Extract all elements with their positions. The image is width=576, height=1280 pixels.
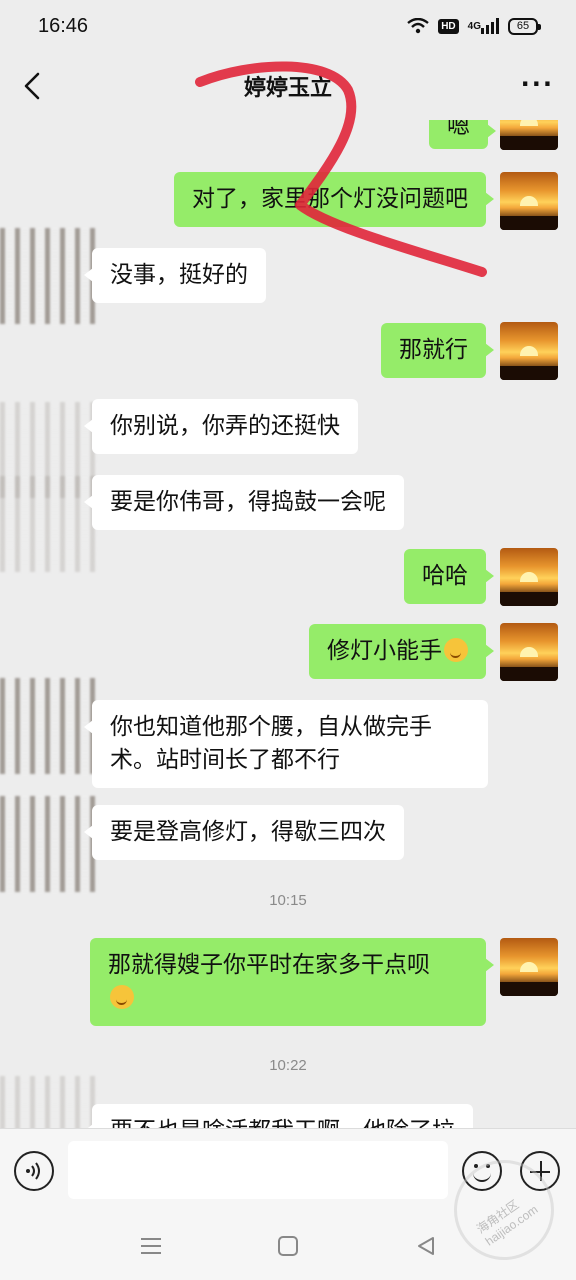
chat-header: 婷婷玉立 ··· [0, 52, 576, 120]
contact-avatar[interactable] [0, 678, 96, 774]
thinking-emoji-icon [444, 638, 468, 662]
contact-avatar[interactable] [0, 796, 96, 892]
message-text: 对了，家里那个灯没问题吧 [192, 186, 468, 212]
message-bubble-incoming[interactable]: 要不也是啥活都我干啊，他除了垃 [84, 1104, 473, 1128]
contact-avatar[interactable] [0, 228, 96, 324]
message-bubble-outgoing[interactable]: 修灯小能手 [309, 624, 494, 679]
more-dots-icon: ··· [520, 70, 554, 98]
message-bubble-outgoing[interactable]: 那就行 [381, 323, 494, 378]
message-bubble-outgoing[interactable]: 哈哈 [404, 549, 494, 604]
message-bubble-incoming[interactable]: 没事，挺好的 [84, 248, 266, 303]
network-label: 4G [467, 20, 481, 32]
message-bubble-outgoing[interactable]: 嗯 [429, 120, 496, 149]
back-nav-button[interactable] [414, 1234, 438, 1258]
status-icons: HD 4G 65 [407, 17, 541, 35]
signal-icon: 4G [468, 18, 499, 34]
message-timestamp: 10:15 [269, 892, 307, 909]
voice-button[interactable] [14, 1151, 54, 1191]
message-bubble-incoming[interactable]: 你别说，你弄的还挺快 [84, 399, 358, 454]
voice-icon [26, 1162, 40, 1180]
message-text: 没事，挺好的 [110, 262, 248, 288]
message-bubble-outgoing[interactable]: 那就得嫂子你平时在家多干点呗 [90, 938, 494, 1026]
menu-button[interactable] [139, 1234, 163, 1258]
self-avatar[interactable] [500, 938, 558, 996]
wifi-icon [407, 18, 429, 34]
message-bubble-incoming[interactable]: 要是登高修灯，得歇三四次 [84, 805, 404, 860]
message-timestamp: 10:22 [269, 1057, 307, 1074]
contact-avatar[interactable] [0, 476, 96, 572]
more-button[interactable]: ··· [521, 72, 554, 96]
hd-badge: HD [438, 18, 459, 34]
message-text: 你也知道他那个腰，自从做完手术。站时间长了都不行 [110, 714, 432, 773]
message-text: 修灯小能手 [327, 638, 442, 664]
status-bar: 16:46 HD 4G 65 [0, 0, 576, 52]
message-list[interactable]: 嗯 对了，家里那个灯没问题吧 没事，挺好的 那就行 你别说，你弄的还挺快 要是你… [0, 120, 576, 1128]
message-text: 你别说，你弄的还挺快 [110, 413, 340, 439]
thinking-emoji-icon [110, 985, 134, 1009]
message-text: 哈哈 [422, 563, 468, 589]
message-input[interactable] [68, 1141, 448, 1199]
self-avatar[interactable] [500, 548, 558, 606]
home-icon [278, 1236, 298, 1256]
message-bubble-outgoing[interactable]: 对了，家里那个灯没问题吧 [174, 172, 494, 227]
battery-icon: 65 [508, 17, 541, 35]
message-text: 那就行 [399, 337, 468, 363]
message-text: 嗯 [447, 120, 470, 139]
message-text: 那就得嫂子你平时在家多干点呗 [108, 952, 430, 978]
status-time: 16:46 [38, 14, 89, 37]
back-triangle-icon [418, 1237, 434, 1255]
self-avatar[interactable] [500, 120, 558, 150]
message-text: 要是你伟哥，得捣鼓一会呢 [110, 489, 386, 515]
message-text: 要是登高修灯，得歇三四次 [110, 819, 386, 845]
self-avatar[interactable] [500, 172, 558, 230]
back-button[interactable] [16, 68, 48, 104]
message-bubble-incoming[interactable]: 你也知道他那个腰，自从做完手术。站时间长了都不行 [84, 700, 488, 788]
watermark-text: 海角社区 haijiao.com [474, 1197, 541, 1249]
menu-icon [141, 1238, 161, 1254]
message-text: 要不也是啥活都我干啊，他除了垃 [110, 1118, 455, 1128]
chevron-left-icon [24, 72, 40, 100]
self-avatar[interactable] [500, 623, 558, 681]
contact-avatar[interactable] [0, 1076, 96, 1128]
message-bubble-incoming[interactable]: 要是你伟哥，得捣鼓一会呢 [84, 475, 404, 530]
home-button[interactable] [276, 1234, 300, 1258]
self-avatar[interactable] [500, 322, 558, 380]
chat-title: 婷婷玉立 [243, 76, 332, 101]
